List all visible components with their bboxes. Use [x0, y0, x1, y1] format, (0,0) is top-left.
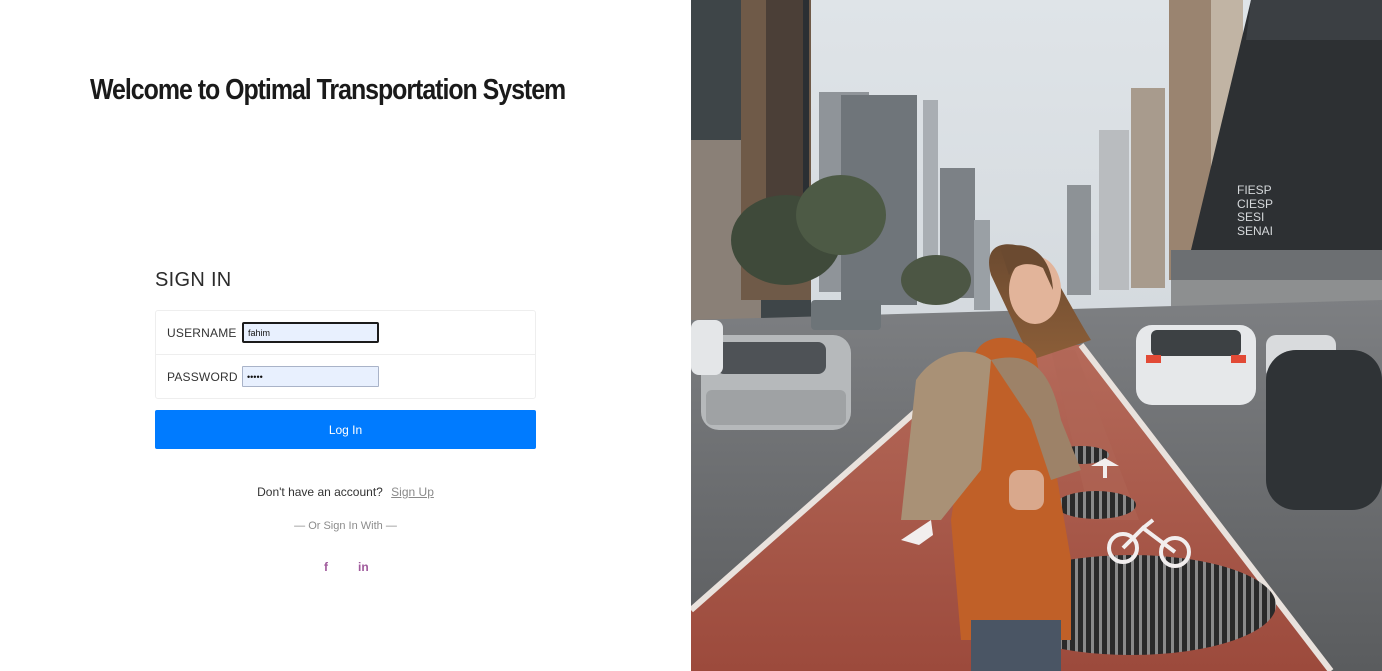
- hero-sign-4: SENAI: [1237, 224, 1273, 238]
- password-row: PASSWORD: [156, 355, 535, 399]
- linkedin-icon[interactable]: in: [358, 560, 369, 574]
- no-account-text: Don't have an account?: [257, 485, 383, 499]
- facebook-icon[interactable]: f: [324, 560, 328, 574]
- social-divider-text: — Or Sign In With —: [294, 520, 397, 532]
- username-input[interactable]: [242, 322, 379, 343]
- username-row: USERNAME: [156, 311, 535, 355]
- signup-link[interactable]: Sign Up: [391, 485, 434, 499]
- signin-heading: SIGN IN: [155, 269, 232, 291]
- hero-sign-1: FIESP: [1237, 183, 1272, 197]
- password-input[interactable]: [242, 366, 379, 387]
- hero-image: FIESP CIESP SESI SENAI: [691, 0, 1382, 671]
- signup-prompt: Don't have an account? Sign Up: [0, 485, 691, 499]
- login-panel: Welcome to Optimal Transportation System…: [0, 0, 691, 671]
- page-title: Welcome to Optimal Transportation System: [90, 74, 566, 106]
- login-button[interactable]: Log In: [155, 410, 536, 449]
- hero-sign-3: SESI: [1237, 210, 1264, 224]
- username-label: USERNAME: [167, 326, 237, 340]
- hero-sign-2: CIESP: [1237, 197, 1273, 211]
- login-form: USERNAME PASSWORD: [155, 310, 536, 399]
- city-street-photo: FIESP CIESP SESI SENAI: [691, 0, 1382, 671]
- password-label: PASSWORD: [167, 370, 238, 384]
